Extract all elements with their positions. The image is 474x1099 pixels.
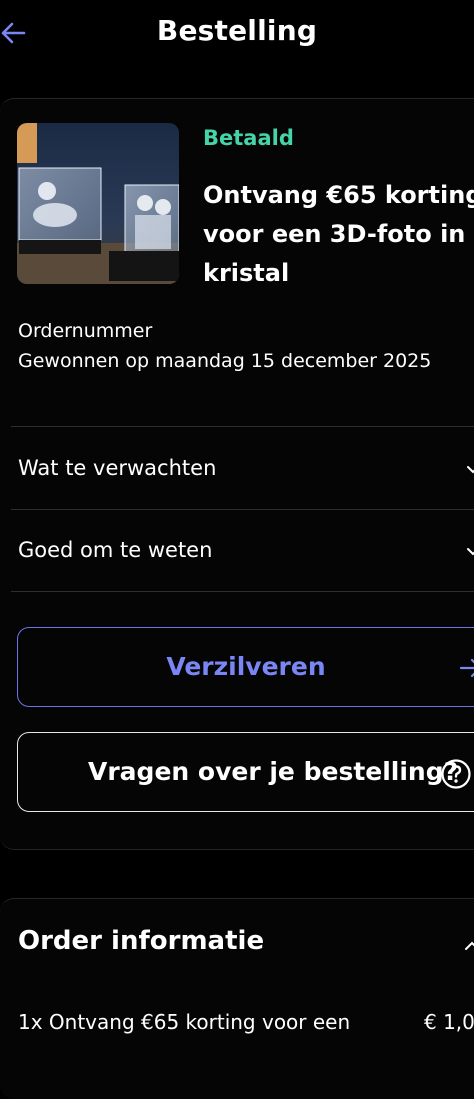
redeem-button[interactable]: Verzilveren <box>17 627 474 707</box>
order-info-title: Order informatie <box>18 926 265 956</box>
status-badge: Betaald <box>203 126 294 150</box>
divider <box>11 509 474 510</box>
accordion-what-to-expect[interactable]: Wat te verwachten <box>18 456 216 480</box>
accordion-good-to-know[interactable]: Goed om te weten <box>18 538 212 562</box>
won-date: Gewonnen op maandag 15 december 2025 <box>18 350 432 372</box>
question-circle-icon <box>440 758 472 790</box>
order-line-item: 1x Ontvang €65 korting voor een <box>18 1010 351 1034</box>
chevron-up-icon[interactable] <box>464 938 474 952</box>
chevron-down-icon[interactable] <box>466 462 474 476</box>
crystal-3d-photo-image <box>17 123 179 284</box>
divider <box>11 426 474 427</box>
page-title: Bestelling <box>156 14 318 47</box>
header: Bestelling <box>0 0 474 66</box>
divider <box>11 591 474 592</box>
redeem-label: Verzilveren <box>166 652 326 681</box>
order-line-price: € 1,0 <box>424 1010 474 1034</box>
chevron-down-icon[interactable] <box>466 544 474 558</box>
questions-label: Vragen over je bestelling? <box>88 757 459 786</box>
product-title: Ontvang €65 korting voor een 3D-foto in … <box>203 181 474 287</box>
questions-button[interactable]: Vragen over je bestelling? <box>17 732 474 812</box>
arrow-right-icon <box>458 656 474 680</box>
order-number: Ordernummer <box>18 320 153 342</box>
